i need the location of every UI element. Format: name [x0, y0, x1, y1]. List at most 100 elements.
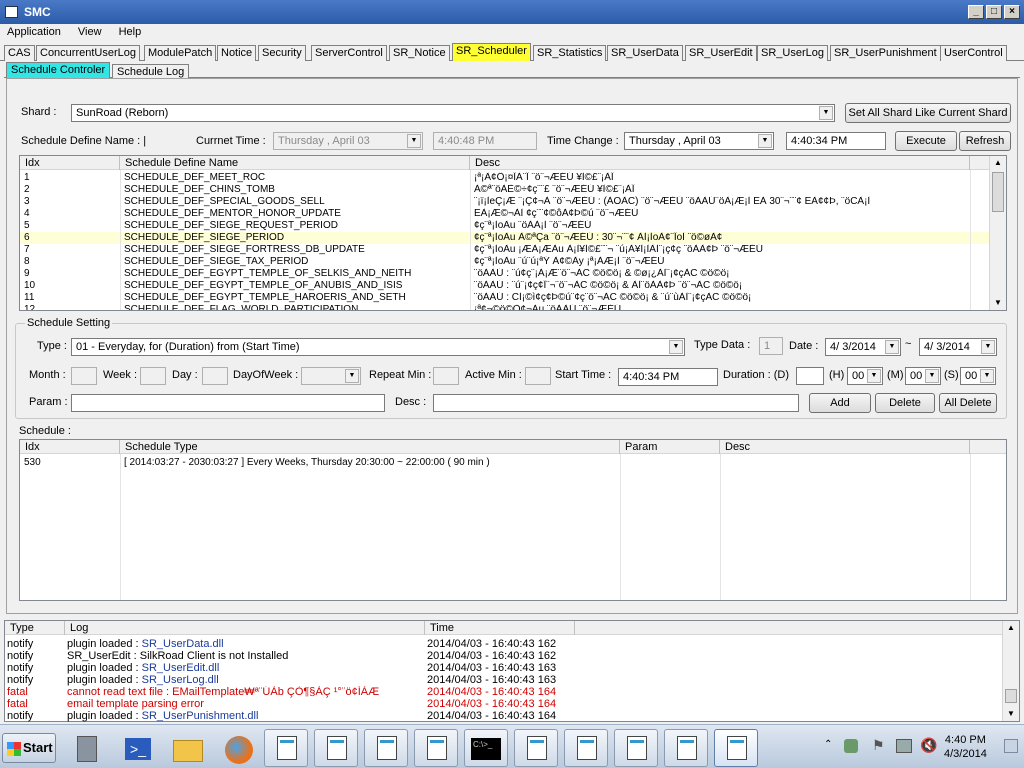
server-manager-icon[interactable]: [66, 729, 110, 767]
table-row[interactable]: 3 SCHEDULE_DEF_SPECIAL_GOODS_SELL ¨¡ï¡ÌeÇ¡…: [20, 196, 1006, 208]
log-row[interactable]: fatal cannot read text file : EMailTempla…: [5, 686, 1005, 698]
set-all-shard-button[interactable]: Set All Shard Like Current Shard: [845, 103, 1011, 123]
table-row[interactable]: 6 SCHEDULE_DEF_SIEGE_PERIOD ¢ç¨ª¡ÌoÀu À©ªÇ…: [20, 232, 1006, 244]
start-button[interactable]: Start: [2, 733, 56, 763]
shard-select[interactable]: SunRoad (Reborn) ▼: [71, 104, 835, 122]
col-idx[interactable]: Idx: [20, 156, 120, 170]
close-button[interactable]: ×: [1004, 5, 1020, 19]
log-row[interactable]: fatal email template parsing error 2014/04…: [5, 698, 1005, 710]
log-row[interactable]: notify plugin loaded : SR_UserLog.dll 2014…: [5, 674, 1005, 686]
type-select[interactable]: 01 - Everyday, for (Duration) from (Star…: [71, 338, 685, 356]
app-window-icon[interactable]: [414, 729, 458, 767]
duration-s-select[interactable]: 00 ▼: [960, 367, 996, 385]
table-row[interactable]: 10 SCHEDULE_DEF_EGYPT_TEMPLE_OF_ANUBIS_AN…: [20, 280, 1006, 292]
tab-sr-scheduler[interactable]: SR_Scheduler: [452, 43, 531, 61]
tab-sr-useredit[interactable]: SR_UserEdit: [685, 45, 757, 61]
minimize-button[interactable]: _: [968, 5, 984, 19]
duration-h-select[interactable]: 00 ▼: [847, 367, 883, 385]
table-row[interactable]: 11 SCHEDULE_DEF_EGYPT_TEMPLE_HAROERIS_AND…: [20, 292, 1006, 304]
log-row[interactable]: notify plugin loaded : SR_UserEdit.dll 201…: [5, 662, 1005, 674]
show-hidden-icons-icon[interactable]: ⌃: [824, 739, 832, 750]
subtab-schedule-log[interactable]: Schedule Log: [112, 64, 190, 78]
log-scrollbar[interactable]: ▲ ▼: [1002, 621, 1019, 721]
table-row[interactable]: 4 SCHEDULE_DEF_MENTOR_HONOR_UPDATE EÀ¡Æ©¬À…: [20, 208, 1006, 220]
all-delete-button[interactable]: All Delete: [939, 393, 997, 413]
tab-sr-statistics[interactable]: SR_Statistics: [533, 45, 607, 61]
col-desc[interactable]: Desc: [470, 156, 970, 170]
tab-servercontrol[interactable]: ServerControl: [311, 45, 387, 61]
clock[interactable]: 4:40 PM 4/3/2014: [944, 733, 987, 761]
change-time-field[interactable]: 4:40:34 PM: [786, 132, 886, 150]
col-schedule-type[interactable]: Schedule Type: [120, 440, 620, 454]
scroll-down-icon[interactable]: ▼: [1004, 707, 1018, 721]
app-window-icon[interactable]: [664, 729, 708, 767]
desc-input[interactable]: [433, 394, 799, 412]
define-grid-scrollbar[interactable]: ▲ ▼: [989, 156, 1006, 310]
table-row[interactable]: 12 SCHEDULE_DEF_FLAG_WORLD_PARTICIPATION ¡…: [20, 304, 1006, 310]
log-link[interactable]: SR_UserData.dll: [142, 638, 224, 650]
tab-concurrentuserlog[interactable]: ConcurrentUserLog: [36, 45, 140, 61]
log-link[interactable]: SR_UserEdit.dll: [142, 662, 220, 674]
powershell-icon[interactable]: >_: [116, 729, 160, 767]
execute-button[interactable]: Execute: [895, 131, 957, 151]
menu-application[interactable]: Application: [0, 24, 68, 40]
network-icon[interactable]: [896, 739, 912, 753]
speaker-muted-icon[interactable]: 🔇: [920, 737, 937, 754]
table-row[interactable]: 530 [ 2014:03:27 - 2030:03:27 ] Every We…: [20, 457, 1006, 469]
col-log[interactable]: Log: [65, 621, 425, 635]
subtab-schedule-controler[interactable]: Schedule Controler: [6, 62, 111, 78]
log-link[interactable]: SR_UserPunishment.dll: [142, 710, 259, 722]
show-desktop-button[interactable]: [1004, 739, 1018, 753]
tab-cas[interactable]: CAS: [4, 45, 35, 61]
tab-sr-userdata[interactable]: SR_UserData: [607, 45, 683, 61]
tab-sr-userpunishment[interactable]: SR_UserPunishment: [830, 45, 941, 61]
delete-button[interactable]: Delete: [875, 393, 935, 413]
maximize-button[interactable]: □: [986, 5, 1002, 19]
app-window-icon[interactable]: [714, 729, 758, 767]
add-button[interactable]: Add: [809, 393, 871, 413]
tab-usercontrol[interactable]: UserControl: [940, 45, 1007, 61]
table-row[interactable]: 9 SCHEDULE_DEF_EGYPT_TEMPLE_OF_SELKIS_AND…: [20, 268, 1006, 280]
tab-sr-notice[interactable]: SR_Notice: [389, 45, 450, 61]
app-window-icon[interactable]: [564, 729, 608, 767]
firefox-icon[interactable]: [216, 729, 260, 767]
log-row[interactable]: notify SR_UserEdit : SilkRoad Client is n…: [5, 650, 1005, 662]
refresh-button[interactable]: Refresh: [959, 131, 1011, 151]
scroll-thumb[interactable]: [1005, 689, 1017, 703]
scroll-down-icon[interactable]: ▼: [991, 296, 1005, 310]
folder-icon[interactable]: [166, 729, 210, 767]
param-input[interactable]: [71, 394, 385, 412]
table-row[interactable]: 8 SCHEDULE_DEF_SIEGE_TAX_PERIOD ¢ç¨ª¡ÌoÀu …: [20, 256, 1006, 268]
app-window-icon[interactable]: [264, 729, 308, 767]
menu-view[interactable]: View: [71, 24, 109, 40]
tab-sr-userlog[interactable]: SR_UserLog: [757, 45, 828, 61]
table-row[interactable]: 1 SCHEDULE_DEF_MEET_ROC ¡ª¡Ã¢Ô¡¤ÏÀ¨Ï ¨ö¨¬Æ…: [20, 172, 1006, 184]
col-desc[interactable]: Desc: [720, 440, 970, 454]
log-link[interactable]: SR_UserLog.dll: [142, 674, 219, 686]
table-row[interactable]: 2 SCHEDULE_DEF_CHINS_TOMB À©ª¨öÀÈ©÷¢ç¨¨£ ¨…: [20, 184, 1006, 196]
col-param[interactable]: Param: [620, 440, 720, 454]
date-from-picker[interactable]: 4/ 3/2014 ▼: [825, 338, 901, 356]
flag-icon[interactable]: ⚑: [872, 737, 885, 754]
menu-help[interactable]: Help: [112, 24, 149, 40]
date-to-picker[interactable]: 4/ 3/2014 ▼: [919, 338, 997, 356]
log-row[interactable]: notify plugin loaded : SR_UserPunishment.…: [5, 710, 1005, 722]
schedule-grid[interactable]: Idx Schedule Type Param Desc 530 [ 2014:…: [19, 439, 1007, 601]
scroll-up-icon[interactable]: ▲: [991, 156, 1005, 170]
col-idx[interactable]: Idx: [20, 440, 120, 454]
log-panel[interactable]: Type Log Time notify plugin loaded : SR_U…: [4, 620, 1020, 722]
tab-security[interactable]: Security: [258, 45, 306, 61]
table-row[interactable]: 7 SCHEDULE_DEF_SIEGE_FORTRESS_DB_UPDATE ¢ç…: [20, 244, 1006, 256]
app-window-icon[interactable]: [614, 729, 658, 767]
cmd-icon[interactable]: C:\>_: [464, 729, 508, 767]
tab-modulepatch[interactable]: ModulePatch: [144, 45, 217, 61]
scroll-up-icon[interactable]: ▲: [1004, 621, 1018, 635]
tab-notice[interactable]: Notice: [217, 45, 257, 61]
app-window-icon[interactable]: [364, 729, 408, 767]
col-name[interactable]: Schedule Define Name: [120, 156, 470, 170]
schedule-define-grid[interactable]: Idx Schedule Define Name Desc 1 SCHEDULE_…: [19, 155, 1007, 311]
col-type[interactable]: Type: [5, 621, 65, 635]
duration-d-field[interactable]: [796, 367, 824, 385]
col-time[interactable]: Time: [425, 621, 575, 635]
app-window-icon[interactable]: [314, 729, 358, 767]
